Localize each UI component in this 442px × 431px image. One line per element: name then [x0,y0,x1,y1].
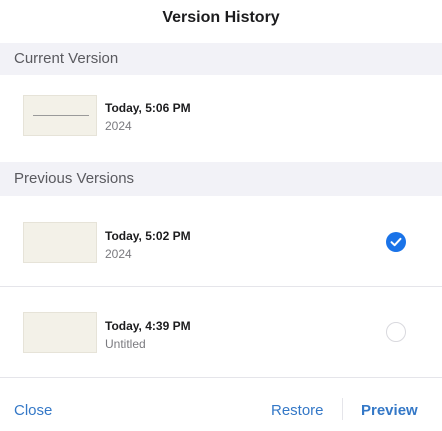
preview-button[interactable]: Preview [361,402,418,419]
restore-button[interactable]: Restore [271,402,324,419]
selected-checkmark-icon[interactable] [386,232,406,252]
version-time: Today, 5:06 PM [105,101,191,115]
dialog-footer: Close Restore Preview [0,377,442,431]
close-button[interactable]: Close [14,402,52,419]
version-thumbnail [23,222,97,263]
version-thumbnail [23,312,97,353]
version-time: Today, 5:02 PM [105,229,191,243]
current-version-row[interactable]: Today, 5:06 PM 2024 [0,75,442,162]
current-version-header: Current Version [0,43,442,75]
previous-versions-header: Previous Versions [0,162,442,196]
version-row[interactable]: Today, 5:02 PM 2024 [0,196,442,287]
version-subtitle: Untitled [105,337,146,351]
version-thumbnail [23,95,97,136]
version-row[interactable]: Today, 4:39 PM Untitled [0,288,442,376]
version-subtitle: 2024 [105,247,132,261]
unselected-radio-icon[interactable] [386,322,406,342]
version-time: Today, 4:39 PM [105,319,191,333]
dialog-title: Version History [162,9,280,26]
version-subtitle: 2024 [105,119,132,133]
thumbnail-text-line [33,115,89,116]
title-bar: Version History [0,0,442,40]
footer-divider [342,398,343,420]
